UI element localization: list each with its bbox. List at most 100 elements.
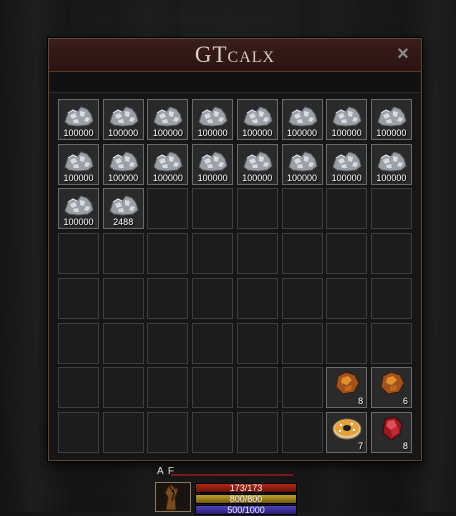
ore-icon (375, 147, 409, 173)
ore-icon (107, 102, 141, 128)
inventory-slot[interactable] (236, 322, 278, 364)
inventory-slot[interactable]: 100000 (192, 99, 234, 140)
inventory-slot[interactable] (192, 367, 234, 409)
item-quantity: 100000 (376, 128, 407, 138)
item-quantity: 100000 (197, 172, 228, 183)
inventory-slot[interactable] (326, 188, 368, 230)
ore-icon (286, 147, 320, 173)
inventory-slot[interactable] (192, 322, 234, 364)
inventory-slot[interactable] (370, 322, 412, 364)
inventory-slot[interactable]: 100000 (147, 143, 189, 185)
inventory-slot[interactable] (326, 233, 368, 275)
donut-icon (330, 415, 364, 441)
item-quantity: 8 (402, 440, 408, 451)
item-quantity: 7 (358, 440, 364, 451)
inventory-slot[interactable]: 100000 (370, 143, 412, 185)
inventory-slot[interactable] (370, 188, 412, 230)
inventory-slot[interactable] (58, 233, 99, 275)
item-quantity: 8 (358, 396, 364, 407)
window-title: GTcalx (194, 42, 276, 67)
inventory-slot[interactable]: 100000 (102, 143, 144, 185)
inventory-slot[interactable] (58, 322, 99, 364)
inventory-slot[interactable]: 7 (326, 411, 368, 453)
inventory-slot[interactable] (147, 367, 189, 409)
inventory-slot[interactable] (281, 367, 323, 409)
inventory-slot[interactable] (281, 322, 323, 364)
inventory-slot[interactable]: 100000 (326, 99, 368, 140)
inventory-slot[interactable] (58, 277, 99, 319)
inventory-slot[interactable] (102, 322, 144, 364)
item-quantity: 100000 (152, 128, 183, 138)
item-quantity: 100000 (331, 172, 362, 183)
inventory-slot[interactable] (192, 277, 234, 319)
inventory-slot[interactable]: 100000 (281, 99, 323, 140)
inventory-slot[interactable] (147, 188, 189, 230)
inventory-slot[interactable] (102, 233, 144, 275)
ore-icon (151, 102, 185, 128)
inventory-slot[interactable] (192, 411, 234, 453)
ore-icon (196, 147, 230, 173)
inventory-slot[interactable] (147, 233, 189, 275)
inventory-slot[interactable] (370, 233, 412, 275)
inventory-slot[interactable] (326, 277, 368, 319)
inventory-slot[interactable] (102, 367, 144, 409)
window-subbar (50, 72, 420, 93)
close-icon[interactable]: × (394, 43, 412, 65)
mana-value: 500/1000 (227, 505, 265, 515)
ore-icon (330, 147, 364, 173)
inventory-slot[interactable]: 8 (326, 367, 368, 409)
inventory-slot[interactable] (370, 277, 412, 319)
inventory-slot[interactable] (236, 188, 278, 230)
ore-icon (286, 102, 320, 128)
inventory-slot[interactable] (192, 188, 234, 230)
inventory-slot[interactable] (58, 367, 99, 409)
ore-icon (151, 147, 185, 173)
inventory-slot[interactable]: 8 (370, 411, 412, 453)
stamina-bar: 800/800 (195, 494, 297, 504)
item-quantity: 100000 (152, 172, 183, 183)
inventory-slot[interactable]: 100000 (370, 99, 412, 140)
inventory-slot[interactable] (326, 322, 368, 364)
item-quantity: 100000 (286, 128, 318, 138)
inventory-window: GTcalx × 100000 100000 100000 100000 100000 1… (48, 38, 422, 461)
inventory-slot[interactable] (236, 411, 278, 453)
inventory-slot[interactable] (236, 367, 278, 409)
item-quantity: 100000 (242, 128, 273, 138)
inventory-slot[interactable] (192, 233, 234, 275)
item-quantity: 100000 (331, 128, 362, 138)
inventory-slot[interactable]: 100000 (102, 99, 144, 140)
ore-icon (107, 191, 141, 217)
ore-icon (196, 102, 230, 128)
inventory-slot[interactable] (147, 322, 189, 364)
inventory-slot[interactable]: 100000 (58, 188, 99, 230)
inventory-slot[interactable]: 100000 (326, 143, 368, 185)
inventory-slot[interactable] (281, 233, 323, 275)
inventory-slot[interactable]: 100000 (281, 143, 323, 185)
inventory-slot[interactable]: 100000 (147, 99, 189, 140)
inventory-slot[interactable] (102, 277, 144, 319)
inventory-slot[interactable]: 100000 (236, 99, 278, 140)
inventory-slot[interactable] (147, 277, 189, 319)
inventory-slot[interactable]: 100000 (58, 99, 99, 140)
horse-portrait-icon[interactable] (155, 482, 191, 512)
inventory-slot[interactable]: 100000 (58, 143, 99, 185)
ore-icon (241, 147, 275, 173)
inventory-slot[interactable] (281, 188, 323, 230)
ore-icon (62, 191, 96, 217)
item-quantity: 100000 (197, 128, 228, 138)
inventory-slot[interactable]: 6 (370, 367, 412, 409)
player-hud: A F 173/173 800/800 500/1000 (155, 466, 305, 515)
inventory-slot[interactable] (58, 411, 99, 453)
hp-bar: 173/173 (195, 483, 297, 493)
inventory-slot[interactable] (281, 411, 323, 453)
inventory-slot[interactable] (236, 233, 278, 275)
inventory-slot[interactable] (147, 411, 189, 453)
inventory-slot[interactable]: 100000 (192, 143, 234, 185)
inventory-slot[interactable]: 100000 (236, 143, 278, 185)
inventory-slot[interactable] (102, 411, 144, 453)
item-quantity: 100000 (108, 172, 139, 183)
inventory-slot[interactable] (281, 277, 323, 319)
inventory-slot[interactable] (236, 277, 278, 319)
inventory-slot[interactable]: 2488 (102, 188, 144, 230)
window-titlebar[interactable]: GTcalx × (49, 39, 421, 72)
